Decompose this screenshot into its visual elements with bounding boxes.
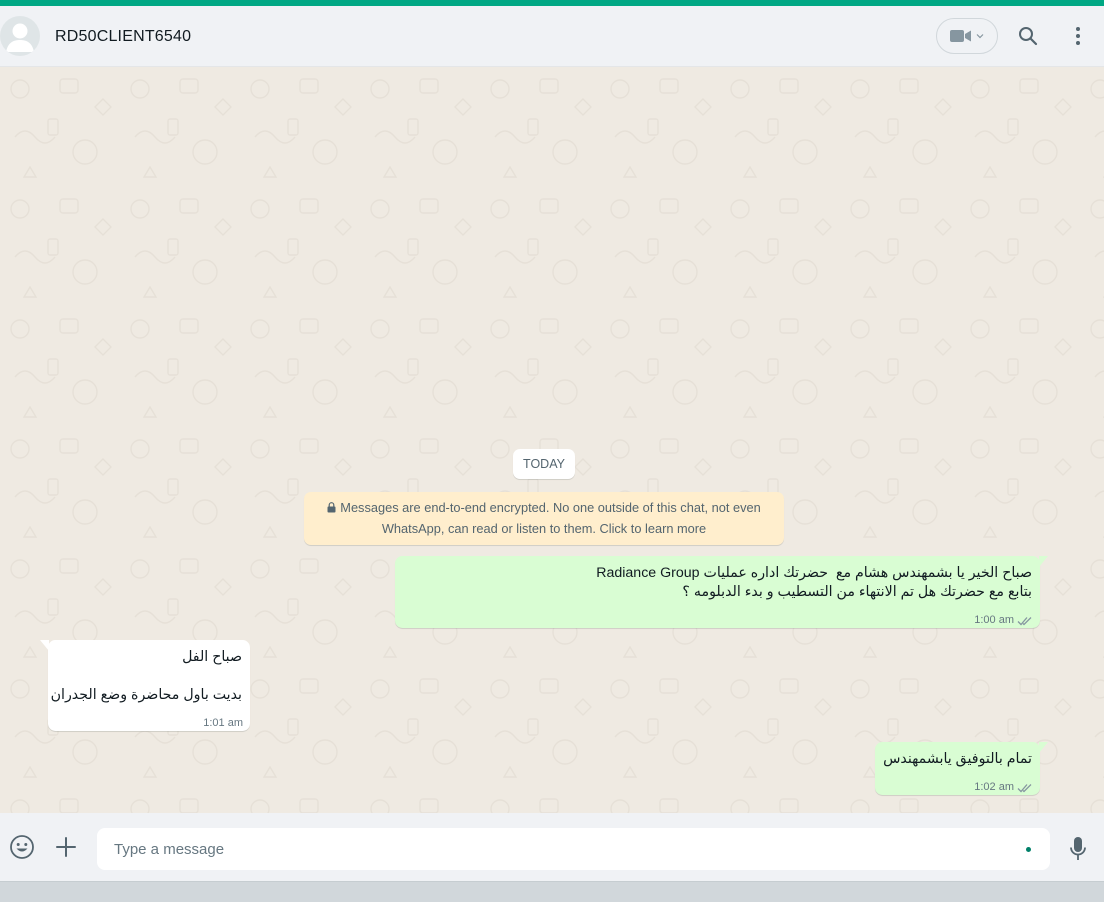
attach-button[interactable] (46, 827, 86, 867)
search-button[interactable] (1008, 16, 1048, 56)
contact-avatar[interactable] (0, 16, 40, 56)
outgoing-message[interactable]: تمام بالتوفيق يابشمهندس 1:02 am (875, 742, 1048, 797)
message-text-line: بتابع مع حضرتك هل تم الانتهاء من التسطيب… (682, 584, 1032, 600)
outgoing-message[interactable]: صباح الخير يا بشمهندس هشام مع حضرتك ادار… (395, 556, 1048, 630)
message-text-line: صباح الخير يا بشمهندس هشام مع حضرتك ادار… (596, 565, 1032, 581)
message-text-line: صباح الفل (182, 649, 242, 665)
lock-icon (327, 502, 336, 513)
input-indicator-dot (1026, 847, 1031, 852)
message-time: 1:00 am (974, 614, 1014, 626)
chevron-down-icon (976, 34, 984, 39)
encryption-notice-line2: WhatsApp, can read or listen to them. Cl… (381, 521, 707, 536)
message-input-box[interactable] (97, 828, 1050, 870)
voice-message-button[interactable] (1058, 829, 1098, 869)
message-text-line: تمام بالتوفيق يابشمهندس (883, 751, 1032, 767)
chat-header: RD50CLIENT6540 (0, 6, 1104, 67)
message-time: 1:02 am (974, 781, 1014, 793)
encryption-notice-line1: Messages are end-to-end encrypted. No on… (340, 500, 761, 515)
attach-plus-icon (56, 837, 76, 857)
emoji-icon (10, 835, 34, 859)
contact-name[interactable]: RD50CLIENT6540 (55, 28, 191, 46)
message-text-line: بديت باول محاضرة وضع الجدران (50, 687, 242, 703)
bubble-tail (40, 640, 49, 651)
message-meta: 1:00 am (974, 611, 1033, 630)
menu-button[interactable] (1058, 16, 1098, 56)
video-call-button[interactable] (936, 18, 998, 54)
video-call-icon (950, 30, 971, 42)
double-check-icon (1017, 616, 1032, 625)
encryption-notice[interactable]: Messages are end-to-end encrypted. No on… (304, 492, 784, 545)
bubble-tail (1039, 556, 1048, 567)
message-input[interactable] (97, 828, 997, 870)
bubble-tail (1039, 742, 1048, 753)
chat-panel[interactable]: TODAY Messages are end-to-end encrypted.… (0, 67, 1104, 813)
message-time: 1:01 am (203, 717, 243, 729)
incoming-message[interactable]: صباح الفل بديت باول محاضرة وضع الجدران 1… (40, 640, 250, 733)
window-bottom-bar (0, 881, 1104, 902)
message-meta: 1:01 am (203, 714, 243, 733)
date-divider: TODAY (513, 449, 575, 479)
message-composer (0, 813, 1104, 881)
double-check-icon (1017, 783, 1032, 792)
search-icon (1019, 27, 1038, 46)
message-meta: 1:02 am (974, 778, 1033, 797)
default-avatar-icon (6, 23, 34, 52)
emoji-button[interactable] (2, 827, 42, 867)
menu-icon (1076, 27, 1080, 45)
microphone-icon (1070, 837, 1086, 860)
